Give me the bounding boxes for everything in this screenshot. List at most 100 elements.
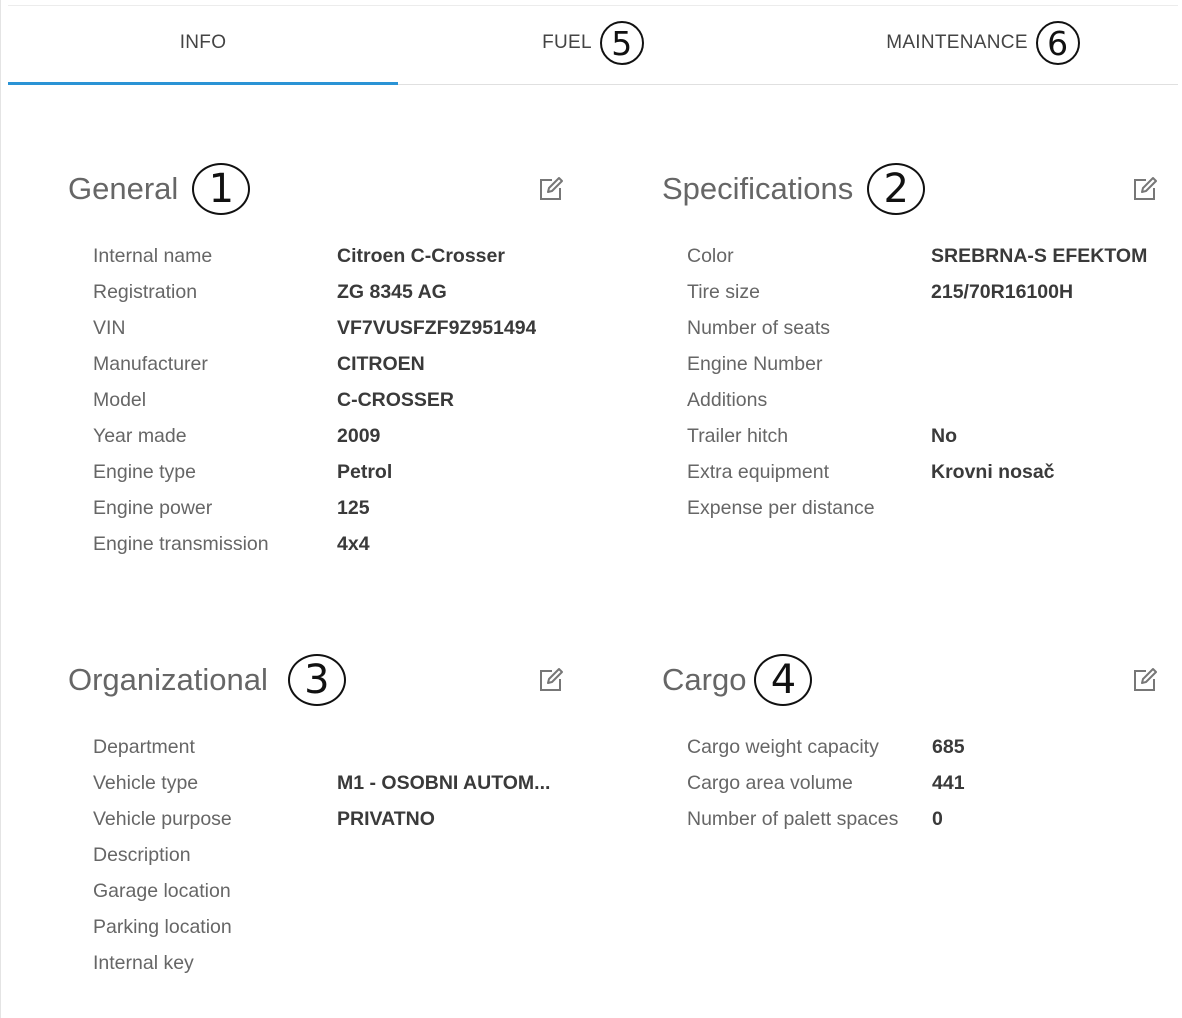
field-row: Additions xyxy=(687,382,1158,418)
field-row: Trailer hitch No xyxy=(687,418,1158,454)
section-specifications-header: Specifications 2 xyxy=(662,163,1158,215)
field-value: Citroen C-Crosser xyxy=(337,244,505,267)
field-row: Engine Number xyxy=(687,346,1158,382)
field-row: Model C-CROSSER xyxy=(93,382,564,418)
section-general-header: General 1 xyxy=(68,163,564,215)
field-value: No xyxy=(931,424,957,447)
annotation-marker-1: 1 xyxy=(192,163,251,215)
field-label: Year made xyxy=(93,424,187,447)
field-label: Vehicle type xyxy=(93,771,199,794)
edit-icon xyxy=(540,177,563,200)
field-value: Krovni nosač xyxy=(931,460,1055,483)
field-value: PRIVATNO xyxy=(337,807,435,830)
field-label: Engine type xyxy=(93,460,196,483)
field-value: Petrol xyxy=(337,460,393,483)
field-row: Garage location xyxy=(93,873,564,909)
field-value: C-CROSSER xyxy=(337,388,455,411)
vehicle-details-page: INFO FUEL 5 MAINTENANCE 6 General 1 Inte… xyxy=(0,0,1182,1018)
field-row: Number of palett spaces 0 xyxy=(687,801,1158,837)
field-label: Engine Number xyxy=(687,352,823,375)
field-label: Engine transmission xyxy=(93,532,269,555)
cargo-fields: Cargo weight capacity 685 Cargo area volu… xyxy=(687,729,1158,837)
field-row: Color SREBRNA-S EFEKTOM xyxy=(687,238,1158,274)
edit-icon xyxy=(1134,668,1157,691)
organizational-fields: Department Vehicle type M1 - OSOBNI AUTOM… xyxy=(93,729,564,981)
annotation-marker-2: 2 xyxy=(867,163,926,215)
field-value: CITROEN xyxy=(337,352,425,375)
field-row: Tire size 215/70R16100H xyxy=(687,274,1158,310)
field-row: Department xyxy=(93,729,564,765)
section-organizational: Organizational 3 Department Vehicle type… xyxy=(68,654,564,981)
field-label: Internal key xyxy=(93,951,194,974)
field-label: Number of seats xyxy=(687,316,831,339)
field-row: Engine power 125 xyxy=(93,490,564,526)
field-label: Expense per distance xyxy=(687,496,875,519)
field-row: Expense per distance xyxy=(687,490,1158,526)
field-label: Parking location xyxy=(93,915,232,938)
field-row: Engine type Petrol xyxy=(93,454,564,490)
field-label: Engine power xyxy=(93,496,213,519)
section-general-title: General xyxy=(68,171,179,206)
edit-general-button[interactable] xyxy=(538,176,564,202)
field-value: 2009 xyxy=(337,424,381,447)
field-label: Tire size xyxy=(687,280,760,303)
tab-info-label: INFO xyxy=(179,32,227,53)
field-value: ZG 8345 AG xyxy=(337,280,447,303)
section-organizational-header: Organizational 3 xyxy=(68,654,564,706)
tab-fuel-label: FUEL xyxy=(542,32,592,53)
annotation-marker-6: 6 xyxy=(1035,21,1080,65)
field-row: Vehicle purpose PRIVATNO xyxy=(93,801,564,837)
field-row: Vehicle type M1 - OSOBNI AUTOM... xyxy=(93,765,564,801)
edit-specifications-button[interactable] xyxy=(1132,176,1158,202)
annotation-marker-4: 4 xyxy=(754,654,813,706)
field-row: Number of seats xyxy=(687,310,1158,346)
field-label: Cargo area volume xyxy=(687,771,853,794)
field-row: Extra equipment Krovni nosač xyxy=(687,454,1158,490)
field-label: Garage location xyxy=(93,879,231,902)
tab-fuel[interactable]: FUEL 5 xyxy=(398,6,788,84)
field-row: Description xyxy=(93,837,564,873)
field-label: Extra equipment xyxy=(687,460,829,483)
section-general: General 1 Internal name Citroen C-Crosser… xyxy=(68,163,564,562)
field-row: Manufacturer CITROEN xyxy=(93,346,564,382)
section-organizational-title: Organizational xyxy=(68,662,268,697)
annotation-marker-5: 5 xyxy=(599,21,644,65)
field-label: Manufacturer xyxy=(93,352,208,375)
field-value: SREBRNA-S EFEKTOM xyxy=(931,244,1148,267)
edit-cargo-button[interactable] xyxy=(1132,667,1158,693)
tab-maintenance-label: MAINTENANCE xyxy=(886,32,1028,53)
field-row: Internal name Citroen C-Crosser xyxy=(93,238,564,274)
field-row: VIN VF7VUSFZF9Z951494 xyxy=(93,310,564,346)
field-label: Description xyxy=(93,843,191,866)
field-value: VF7VUSFZF9Z951494 xyxy=(337,316,537,339)
section-cargo-header: Cargo 4 xyxy=(662,654,1158,706)
field-row: Engine transmission 4x4 xyxy=(93,526,564,562)
field-label: Additions xyxy=(687,388,768,411)
annotation-marker-3: 3 xyxy=(287,654,346,706)
edit-icon xyxy=(1134,177,1157,200)
field-value: 125 xyxy=(337,496,370,519)
field-label: Cargo weight capacity xyxy=(687,735,879,758)
field-value: 4x4 xyxy=(337,532,370,555)
field-row: Year made 2009 xyxy=(93,418,564,454)
field-label: Model xyxy=(93,388,147,411)
field-label: Number of palett spaces xyxy=(687,807,899,830)
field-label: Registration xyxy=(93,280,198,303)
edit-organizational-button[interactable] xyxy=(538,667,564,693)
field-label: Internal name xyxy=(93,244,213,267)
tab-maintenance[interactable]: MAINTENANCE 6 xyxy=(788,6,1178,84)
field-value: 215/70R16100H xyxy=(931,280,1074,303)
field-row: Cargo area volume 441 xyxy=(687,765,1158,801)
field-label: VIN xyxy=(93,316,126,339)
section-specifications-title: Specifications xyxy=(662,171,854,206)
field-label: Vehicle purpose xyxy=(93,807,232,830)
field-row: Registration ZG 8345 AG xyxy=(93,274,564,310)
tab-bar: INFO FUEL 5 MAINTENANCE 6 xyxy=(8,5,1178,85)
field-row: Internal key xyxy=(93,945,564,981)
field-value: M1 - OSOBNI AUTOM... xyxy=(337,771,551,794)
general-fields: Internal name Citroen C-Crosser Registrat… xyxy=(93,238,564,562)
field-label: Trailer hitch xyxy=(687,424,789,447)
field-row: Cargo weight capacity 685 xyxy=(687,729,1158,765)
specifications-fields: Color SREBRNA-S EFEKTOM Tire size 215/70R1… xyxy=(687,238,1158,526)
tab-info[interactable]: INFO xyxy=(8,6,398,85)
